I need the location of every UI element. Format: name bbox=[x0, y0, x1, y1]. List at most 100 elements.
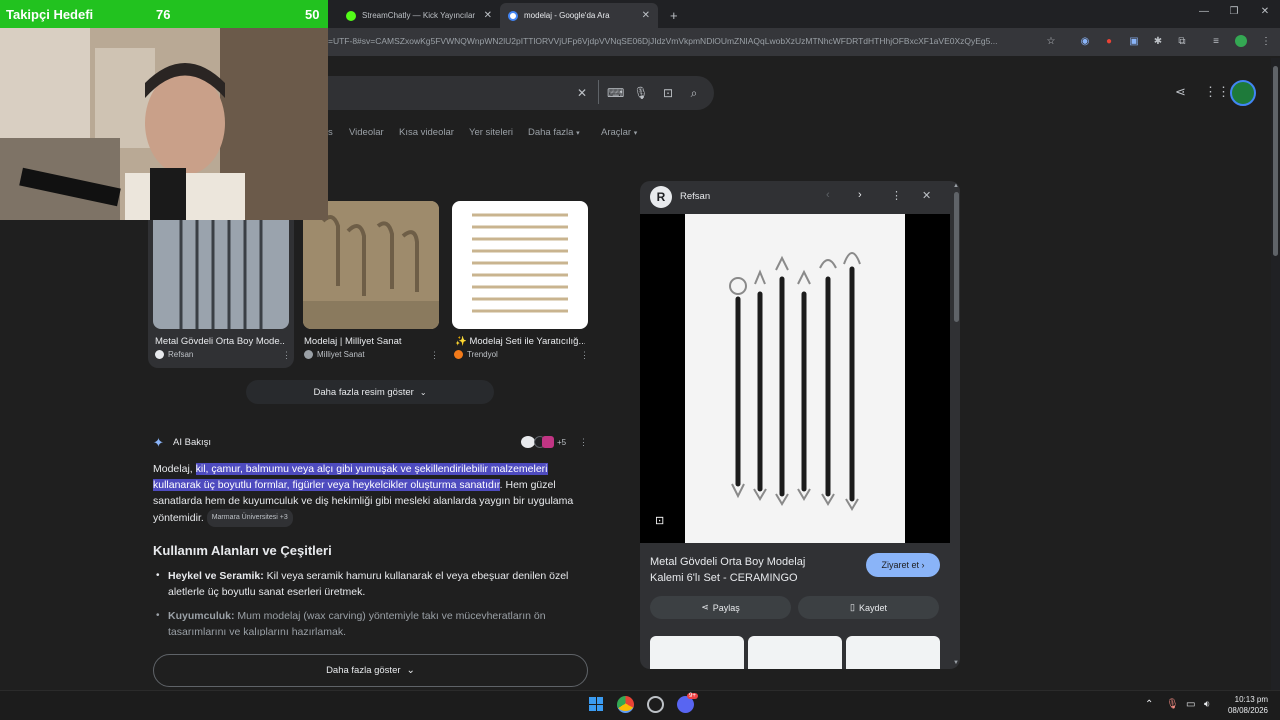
tab-streamchatly[interactable]: StreamChatly — Kick Yayıncılar ✕ bbox=[338, 3, 500, 28]
source-logo-icon[interactable] bbox=[521, 436, 535, 448]
address-bar[interactable]: =UTF-8#sv=CAMSZxowKg5FVWNQWnpWN2lU2pITTl… bbox=[328, 36, 1038, 46]
share-button[interactable]: ⋖ Paylaş bbox=[650, 596, 791, 619]
image-source: Trendyol bbox=[454, 350, 498, 359]
new-tab-button[interactable]: + bbox=[662, 3, 680, 28]
show-more-button[interactable]: Daha fazla göster ⌄ bbox=[153, 654, 588, 687]
app-taskbar-icon[interactable] bbox=[647, 696, 664, 713]
follower-goal-target: 50 bbox=[305, 7, 320, 22]
source-favicon-icon bbox=[454, 350, 463, 359]
close-panel-icon[interactable]: ✕ bbox=[922, 189, 931, 202]
windows-start-icon[interactable] bbox=[589, 697, 603, 711]
related-image-thumbnail[interactable] bbox=[748, 636, 842, 669]
more-options-icon[interactable]: ⋮ bbox=[282, 350, 291, 361]
refsan-logo-icon: R bbox=[650, 186, 672, 208]
ai-overview-paragraph: Modelaj, kil, çamur, balmumu veya alçı g… bbox=[153, 461, 593, 527]
profile-avatar[interactable] bbox=[1234, 35, 1248, 49]
volume-tray-icon[interactable]: 🔉︎ bbox=[1204, 699, 1210, 710]
close-window-icon[interactable]: ✕ bbox=[1255, 6, 1275, 17]
related-image-thumbnail[interactable] bbox=[846, 636, 940, 669]
chevron-down-icon: ⌄ bbox=[406, 665, 415, 676]
minimize-icon[interactable]: — bbox=[1194, 6, 1214, 17]
tray-overflow-icon[interactable]: ⌃ bbox=[1145, 699, 1153, 710]
chevron-right-icon[interactable]: › bbox=[858, 189, 862, 201]
extension-icon[interactable]: ● bbox=[1102, 35, 1116, 49]
tab-more[interactable]: Daha fazla ▾ bbox=[528, 127, 580, 138]
panel-title[interactable]: Metal Gövdeli Orta Boy Modelaj Kalemi 6'… bbox=[650, 554, 850, 586]
image-source-label: Refsan bbox=[168, 350, 194, 359]
visit-button[interactable]: Ziyaret et › bbox=[866, 553, 940, 577]
more-options-icon[interactable]: ⋮ bbox=[579, 437, 588, 448]
flamingo-relief-image bbox=[303, 201, 439, 329]
keyboard-icon[interactable]: ⌨ bbox=[607, 86, 624, 100]
tab-title: StreamChatly — Kick Yayıncılar bbox=[362, 11, 476, 20]
restore-icon[interactable]: ❐ bbox=[1224, 6, 1244, 17]
tab-short-videos[interactable]: Kısa videolar bbox=[399, 127, 454, 138]
image-caption[interactable]: Modelaj | Milliyet Sanat bbox=[304, 336, 434, 347]
lens-icon[interactable]: ⊡ bbox=[655, 514, 664, 527]
instagram-icon[interactable] bbox=[542, 436, 554, 448]
close-tab-icon[interactable]: ✕ bbox=[484, 10, 492, 21]
image-caption[interactable]: ✨ Modelaj Seti ile Yaratıcılığ... bbox=[455, 336, 585, 347]
show-more-label: Daha fazla göster bbox=[326, 665, 401, 676]
panel-source[interactable]: Refsan bbox=[680, 191, 710, 202]
more-images-button[interactable]: Daha fazla resim göster ⌄ bbox=[246, 380, 494, 404]
save-button[interactable]: ▯ Kaydet bbox=[798, 596, 939, 619]
microphone-icon[interactable]: 🎙︎ bbox=[633, 86, 649, 100]
modeling-pens-image bbox=[685, 214, 905, 543]
account-avatar[interactable] bbox=[1230, 80, 1256, 106]
section-heading: Kullanım Alanları ve Çeşitleri bbox=[153, 543, 332, 558]
clear-search-icon[interactable]: ✕ bbox=[574, 86, 590, 100]
image-caption[interactable]: Metal Gövdeli Orta Boy Mode... bbox=[155, 336, 285, 347]
tab-images-partial[interactable]: s bbox=[328, 127, 333, 138]
related-image-thumbnail[interactable] bbox=[650, 636, 744, 669]
image-caption-label: Modelaj Seti ile Yaratıcılığ... bbox=[469, 336, 585, 347]
more-options-icon[interactable]: ⋮ bbox=[580, 350, 589, 361]
image-result-thumbnail[interactable] bbox=[303, 201, 439, 329]
bookmark-icon: ▯ bbox=[850, 602, 855, 612]
microphone-tray-icon[interactable]: 🎙︎ bbox=[1166, 699, 1179, 710]
network-tray-icon[interactable]: ▭ bbox=[1186, 699, 1195, 710]
extension-icon[interactable]: ◉ bbox=[1078, 35, 1092, 49]
list-item: Kuyumculuk: Mum modelaj (wax carving) yö… bbox=[168, 608, 588, 636]
source-favicon-icon bbox=[155, 350, 164, 359]
share-icon[interactable]: ⋖ bbox=[1175, 84, 1186, 100]
search-input[interactable] bbox=[300, 76, 714, 110]
citation-chip[interactable]: Marmara Üniversitesi +3 bbox=[206, 509, 293, 527]
panel-scroll-down-icon[interactable]: ▼ bbox=[953, 660, 959, 666]
tab-tools[interactable]: Araçlar ▾ bbox=[601, 127, 637, 138]
modeling-set-image bbox=[472, 213, 568, 313]
more-options-icon[interactable]: ⋮ bbox=[430, 350, 439, 361]
bookmark-star-icon[interactable]: ☆ bbox=[1044, 35, 1058, 49]
lens-icon[interactable]: ⊡ bbox=[660, 86, 676, 100]
webcam-image bbox=[0, 28, 328, 220]
chevron-left-icon[interactable]: ‹ bbox=[826, 189, 830, 201]
reading-list-icon[interactable]: ≡ bbox=[1209, 35, 1223, 49]
chevron-down-icon: ▾ bbox=[576, 130, 580, 137]
extension-icon[interactable]: ▣ bbox=[1127, 35, 1141, 49]
webcam-feed bbox=[0, 28, 328, 220]
highlighted-definition: kil, çamur, balmumu veya alçı gibi yumuş… bbox=[153, 463, 548, 491]
panel-scrollbar[interactable] bbox=[954, 192, 959, 322]
tab-web-sites[interactable]: Yer siteleri bbox=[469, 127, 513, 138]
preview-image[interactable]: ⊡ bbox=[640, 214, 950, 543]
chrome-taskbar-icon[interactable] bbox=[617, 696, 634, 713]
list-item: Heykel ve Seramik: Kil veya seramik hamu… bbox=[168, 568, 588, 600]
extensions-puzzle-icon[interactable]: ⧉ bbox=[1175, 35, 1189, 49]
chevron-down-icon: ▾ bbox=[633, 130, 638, 137]
tab-google-search[interactable]: modelaj - Google'da Ara ✕ bbox=[500, 3, 658, 28]
chevron-right-icon: › bbox=[921, 560, 925, 570]
extension-icon[interactable]: ✱ bbox=[1151, 35, 1165, 49]
tab-videos[interactable]: Videolar bbox=[349, 127, 384, 138]
more-options-icon[interactable]: ⋮ bbox=[891, 189, 902, 202]
page-scrollbar-thumb[interactable] bbox=[1273, 66, 1278, 256]
search-icon[interactable]: ⌕ bbox=[686, 86, 702, 101]
browser-menu-icon[interactable]: ⋮ bbox=[1259, 35, 1273, 49]
apps-grid-icon[interactable]: ⋮⋮ bbox=[1204, 84, 1230, 100]
close-tab-icon[interactable]: ✕ bbox=[642, 10, 650, 21]
taskbar-clock[interactable]: 10:13 pm 08/08/2026 bbox=[1222, 694, 1268, 716]
more-sources-count[interactable]: +5 bbox=[557, 438, 566, 447]
panel-scroll-up-icon[interactable]: ▲ bbox=[953, 183, 959, 189]
image-result-thumbnail[interactable] bbox=[153, 201, 289, 329]
share-label: Paylaş bbox=[712, 602, 740, 613]
image-result-thumbnail[interactable] bbox=[452, 201, 588, 329]
